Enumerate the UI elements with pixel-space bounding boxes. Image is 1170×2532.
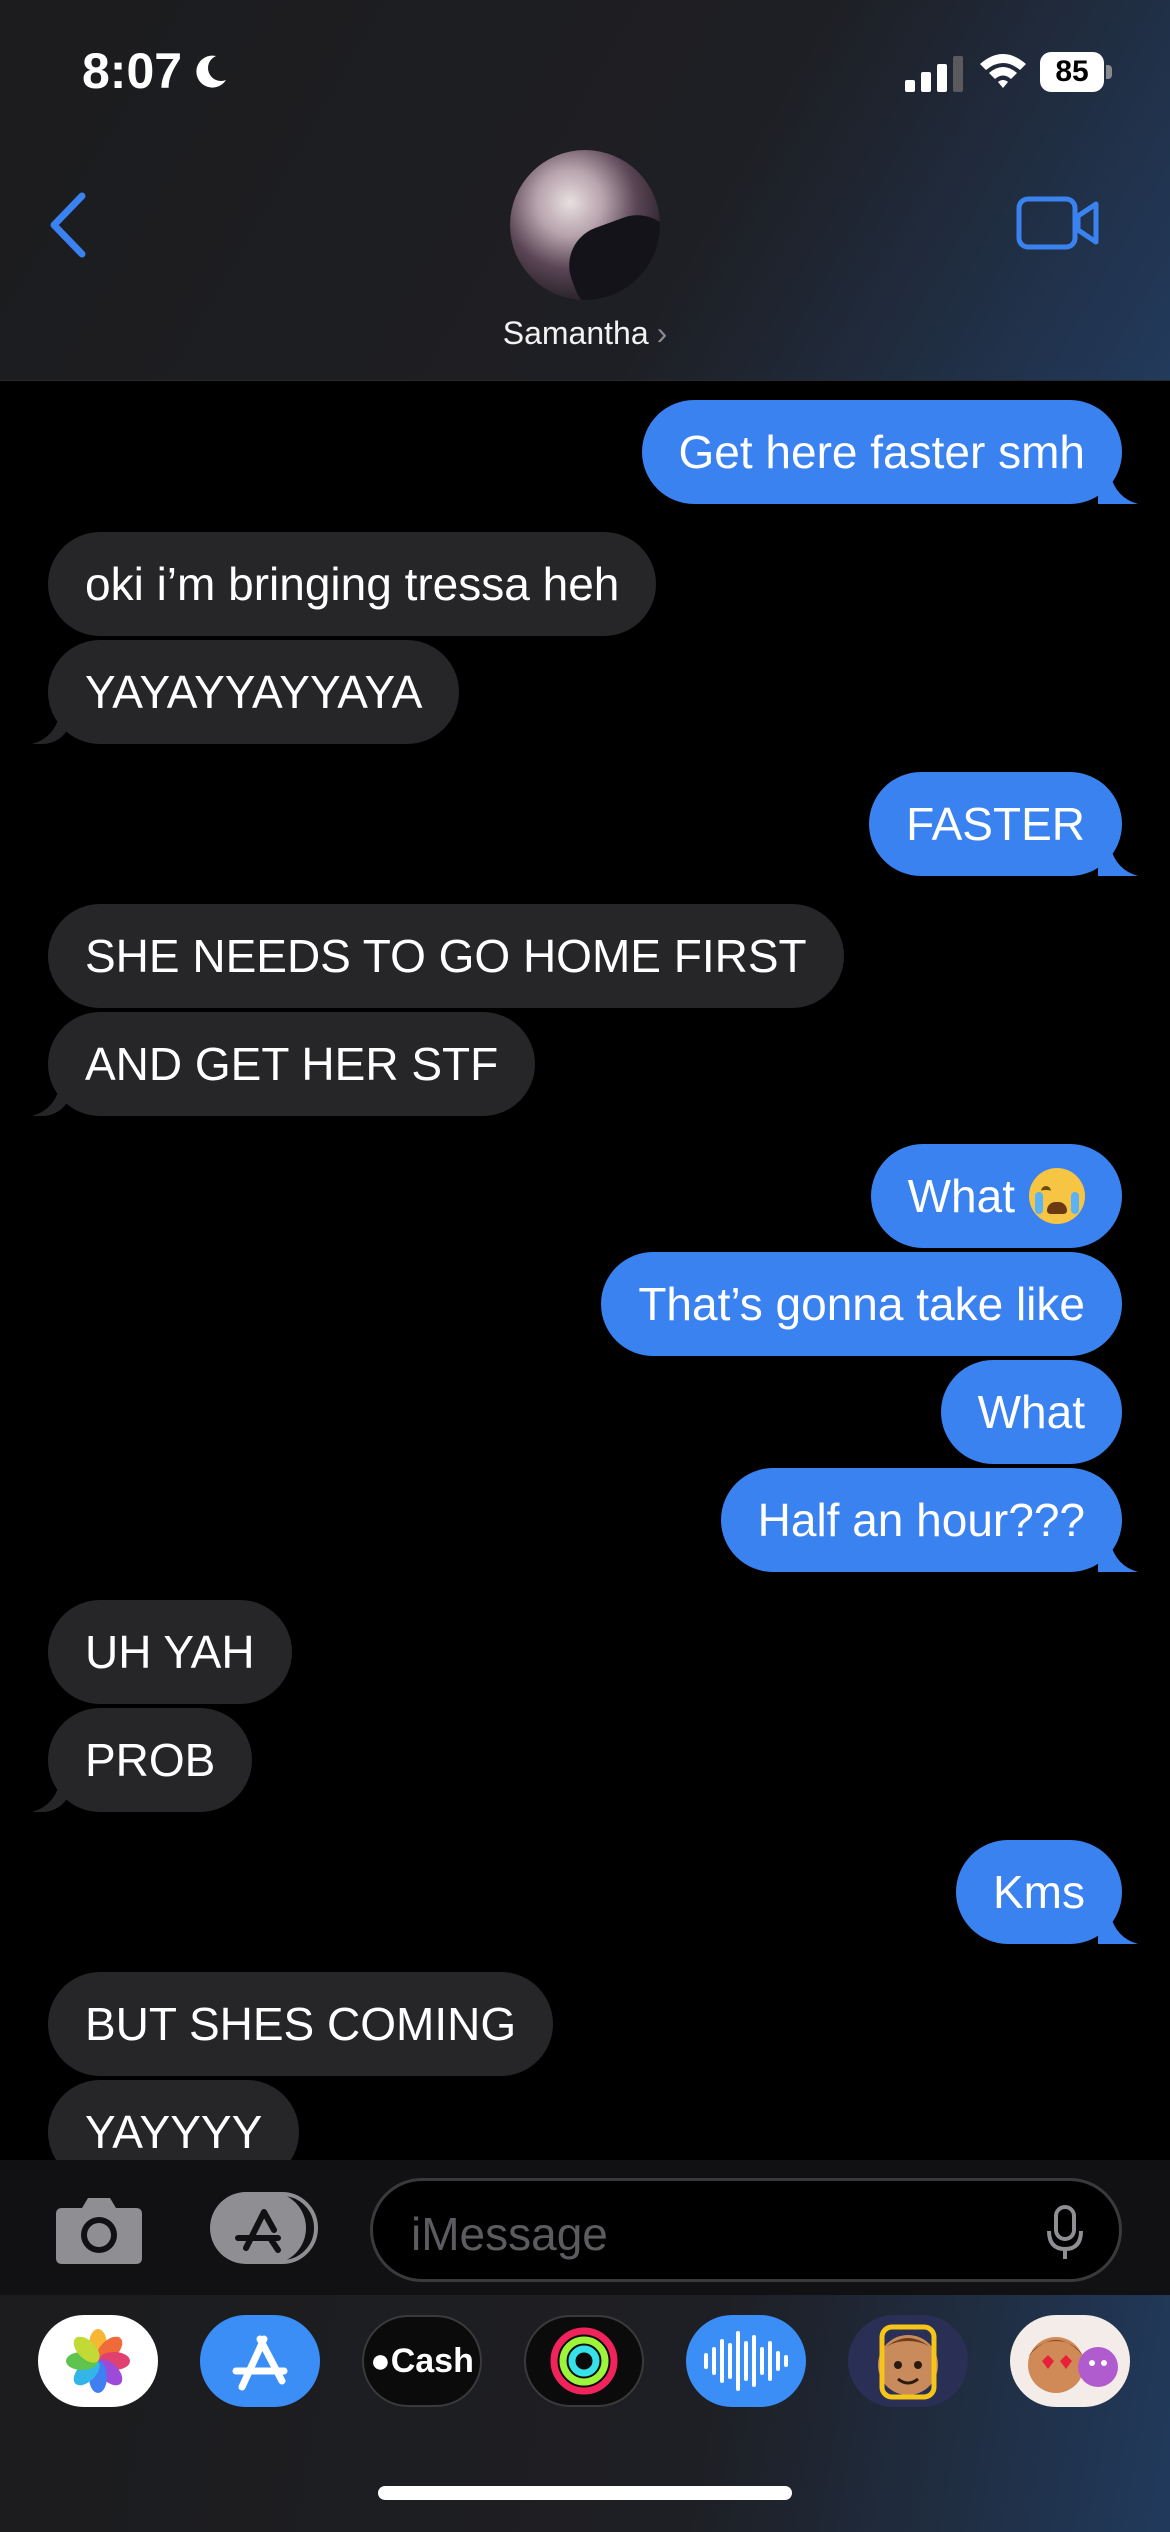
battery-indicator: 85 [1040,52,1114,92]
conversation-header: 8:07 85 Samantha › [0,0,1170,381]
app-store-drawer-icon[interactable] [208,2190,320,2266]
message-text: Kms [993,1866,1085,1918]
moon-icon [196,55,226,88]
message-bubble-outgoing[interactable]: Get here faster smh [641,400,1122,504]
message-bubble-outgoing[interactable]: Half an hour??? [720,1468,1122,1572]
home-indicator[interactable] [378,2486,792,2500]
battery-nub [1106,65,1112,79]
avatar-photo-shape [557,203,660,300]
message-bubble-incoming[interactable]: SHE NEEDS TO GO HOME FIRST [48,904,844,1008]
message-bubble-outgoing[interactable]: That’s gonna take like [601,1252,1122,1356]
message-text: oki i’m bringing tressa heh [85,558,620,610]
message-text: That’s gonna take like [638,1278,1085,1330]
status-time: 8:07 [82,43,183,99]
message-bubble-incoming[interactable]: YAYYYY [48,2080,300,2160]
message-text: BUT SHES COMING [85,1998,517,2050]
facetime-video-icon[interactable] [1016,196,1100,250]
message-text: FASTER [906,798,1085,850]
apple-cash-label: Cash [390,2341,474,2380]
message-text: SHE NEEDS TO GO HOME FIRST [85,930,807,982]
message-bubble-incoming[interactable]: BUT SHES COMING [48,1972,554,2076]
message-bubble-outgoing[interactable]: Kms [956,1840,1122,1944]
audio-message-icon[interactable] [686,2315,806,2407]
message-bubble-incoming[interactable]: AND GET HER STF [48,1012,536,1116]
back-chevron-icon[interactable] [44,190,94,260]
message-text: YAYYYY [85,2106,263,2158]
loudly-crying-face-icon [1029,1168,1085,1224]
compose-bar: iMessage [0,2160,1170,2295]
message-text: UH YAH [85,1626,255,1678]
message-bubble-incoming[interactable]: UH YAH [48,1600,292,1704]
message-text: What [907,1170,1015,1222]
battery-level: 85 [1040,52,1104,92]
message-bubble-incoming[interactable]: YAYAYYAYYAYA [48,640,460,744]
message-thread[interactable]: Get here faster smh oki i’m bringing tre… [0,382,1170,2160]
message-bubble-outgoing[interactable]: What [870,1144,1122,1248]
fitness-icon[interactable] [524,2315,644,2407]
photos-icon[interactable] [38,2315,158,2407]
contact-name[interactable]: Samantha › [0,315,1170,352]
microphone-icon[interactable] [1045,2205,1085,2261]
memoji-icon[interactable] [848,2315,968,2407]
message-text: PROB [85,1734,216,1786]
message-bubble-outgoing[interactable]: FASTER [869,772,1122,876]
wifi-icon [980,54,1026,88]
message-bubble-incoming[interactable]: oki i’m bringing tressa heh [48,532,657,636]
message-bubble-incoming[interactable]: PROB [48,1708,253,1812]
memoji-stickers-icon[interactable] [1010,2315,1130,2407]
cellular-signal-icon [905,56,963,92]
contact-name-label: Samantha [502,315,649,351]
chevron-right-icon: › [656,315,668,351]
apple-logo-icon: ● [370,2341,391,2380]
imessage-input[interactable]: iMessage [370,2178,1122,2282]
message-text: What [977,1386,1085,1438]
app-store-icon[interactable] [200,2315,320,2407]
message-text: Half an hour??? [757,1494,1085,1546]
message-bubble-outgoing[interactable]: What [940,1360,1122,1464]
camera-icon[interactable] [52,2192,146,2266]
message-text: Get here faster smh [678,426,1086,478]
apple-cash-icon[interactable]: ● Cash [362,2315,482,2407]
message-text: YAYAYYAYYAYA [85,666,423,718]
contact-avatar[interactable] [510,150,660,300]
message-text: AND GET HER STF [85,1038,499,1090]
imessage-placeholder: iMessage [411,2208,608,2260]
